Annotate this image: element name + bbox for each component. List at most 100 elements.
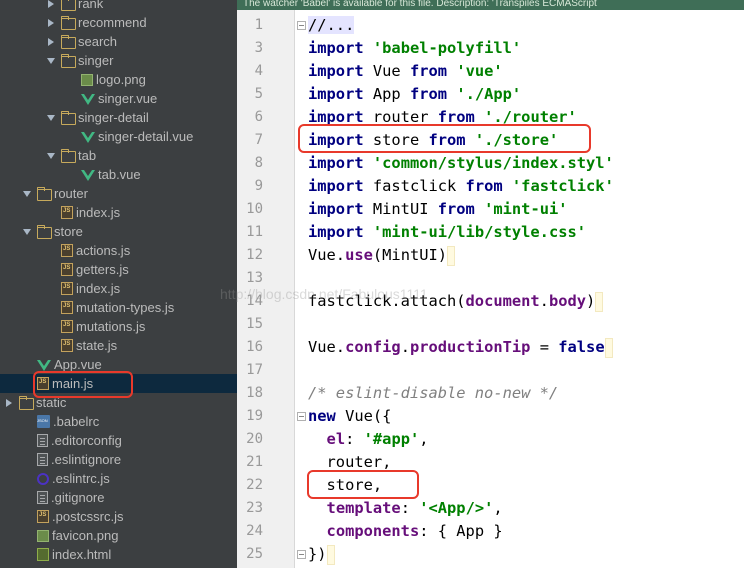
chevron-right-icon[interactable]	[46, 0, 56, 9]
tree-item[interactable]: singer.vue	[0, 89, 237, 108]
tree-item[interactable]: .postcssrc.js	[0, 507, 237, 526]
tree-item[interactable]: mutations.js	[0, 317, 237, 336]
file-watcher-notice[interactable]: The watcher 'Babel' is available for thi…	[237, 0, 744, 10]
javascript-file-icon	[37, 377, 49, 390]
code-token: '#app'	[363, 430, 420, 448]
fold-toggle-icon[interactable]	[297, 21, 306, 30]
code-token: document	[465, 292, 540, 310]
tree-item[interactable]: recommend	[0, 13, 237, 32]
code-line[interactable]: router,	[308, 451, 392, 474]
code-line[interactable]: Vue.config.productionTip = false	[308, 336, 613, 359]
code-line[interactable]: import Vue from 'vue'	[308, 60, 503, 83]
tree-item[interactable]: index.html	[0, 545, 237, 564]
code-line[interactable]: new Vue({	[308, 405, 391, 428]
code-token: 'common/stylus/index.styl'	[372, 154, 614, 172]
tree-item[interactable]: singer-detail.vue	[0, 127, 237, 146]
code-line[interactable]: import 'common/stylus/index.styl'	[308, 152, 614, 175]
tree-item-label: .gitignore	[51, 490, 105, 505]
tree-item-label: tab	[78, 148, 97, 163]
code-line[interactable]: Vue.use(MintUI)	[308, 244, 456, 267]
fold-toggle-icon[interactable]	[297, 412, 306, 421]
tree-item-label: main.js	[52, 376, 94, 391]
tree-item[interactable]: mutation-types.js	[0, 298, 237, 317]
tree-item[interactable]: rank	[0, 0, 237, 13]
code-line[interactable]: //...	[308, 14, 355, 37]
code-line[interactable]: /* eslint-disable no-new */	[308, 382, 558, 405]
tree-item[interactable]: getters.js	[0, 260, 237, 279]
tree-item[interactable]: search	[0, 32, 237, 51]
tree-item[interactable]: tab	[0, 146, 237, 165]
chevron-down-icon[interactable]	[22, 189, 32, 199]
code-line[interactable]: import fastclick from 'fastclick'	[308, 175, 614, 198]
tree-item[interactable]: store	[0, 222, 237, 241]
bracket-highlight	[447, 245, 456, 266]
code-line[interactable]: template: '<App/>',	[308, 497, 503, 520]
tree-item[interactable]: state.js	[0, 336, 237, 355]
code-token: productionTip	[409, 338, 531, 356]
javascript-file-icon	[61, 282, 73, 295]
code-line[interactable]: components: { App }	[308, 520, 503, 543]
javascript-file-icon	[61, 320, 73, 333]
tree-item[interactable]: .gitignore	[0, 488, 237, 507]
folder-icon	[37, 187, 52, 201]
code-editor[interactable]: The watcher 'Babel' is available for thi…	[237, 0, 744, 568]
tree-item[interactable]: actions.js	[0, 241, 237, 260]
line-number: 24	[246, 523, 263, 539]
chevron-down-icon[interactable]	[46, 56, 56, 66]
code-line[interactable]: import store from './store'	[308, 129, 558, 152]
tree-item[interactable]: .editorconfig	[0, 431, 237, 450]
code-token: './store'	[474, 131, 559, 149]
tree-item[interactable]: favicon.png	[0, 526, 237, 545]
project-tree[interactable]: rank recommend search singer logo.png singer.…	[0, 0, 237, 568]
code-token: from	[409, 85, 448, 103]
code-token: Vue.	[308, 246, 346, 264]
tree-item-label: .eslintrc.js	[52, 471, 110, 486]
code-line[interactable]: store,	[308, 474, 383, 497]
tree-item[interactable]: .eslintrc.js	[0, 469, 237, 488]
image-file-icon	[37, 529, 49, 542]
tree-item[interactable]: main.js	[0, 374, 237, 393]
tree-item-label: .postcssrc.js	[52, 509, 124, 524]
code-line[interactable]: import 'mint-ui/lib/style.css'	[308, 221, 586, 244]
chevron-down-icon[interactable]	[46, 151, 56, 161]
tree-item[interactable]: singer	[0, 51, 237, 70]
javascript-file-icon	[61, 301, 73, 314]
tree-item[interactable]: index.js	[0, 203, 237, 222]
vue-file-icon	[81, 169, 95, 181]
code-line[interactable]: })	[308, 543, 335, 566]
tree-item[interactable]: .eslintignore	[0, 450, 237, 469]
code-line[interactable]: import 'babel-polyfill'	[308, 37, 521, 60]
javascript-file-icon	[61, 263, 73, 276]
tree-item[interactable]: index.js	[0, 279, 237, 298]
code-line[interactable]: import App from './App'	[308, 83, 521, 106]
code-token: from	[428, 131, 466, 149]
chevron-right-icon[interactable]	[4, 398, 14, 408]
code-token: './router'	[484, 108, 577, 126]
code-line[interactable]: import router from './router'	[308, 106, 577, 129]
tree-item[interactable]: logo.png	[0, 70, 237, 89]
tree-item[interactable]: App.vue	[0, 355, 237, 374]
chevron-right-icon[interactable]	[46, 37, 56, 47]
code-line[interactable]: import MintUI from 'mint-ui'	[308, 198, 568, 221]
tree-item[interactable]: tab.vue	[0, 165, 237, 184]
code-token: from	[409, 62, 448, 80]
code-token: })	[308, 545, 327, 563]
fold-toggle-icon[interactable]	[297, 550, 306, 559]
chevron-down-icon[interactable]	[46, 113, 56, 123]
tree-item[interactable]: .babelrc	[0, 412, 237, 431]
code-token: import	[308, 108, 364, 126]
tree-item[interactable]: static	[0, 393, 237, 412]
folder-icon	[61, 0, 76, 11]
tree-item[interactable]: router	[0, 184, 237, 203]
line-number: 20	[246, 431, 263, 447]
chevron-right-icon[interactable]	[46, 18, 56, 28]
code-line[interactable]: el: '#app',	[308, 428, 429, 451]
code-token: './App'	[456, 85, 522, 103]
tree-item[interactable]: singer-detail	[0, 108, 237, 127]
code-token: :	[400, 499, 420, 517]
chevron-down-icon[interactable]	[22, 227, 32, 237]
code-token: Vue({	[335, 407, 392, 425]
code-token: )	[586, 292, 596, 310]
